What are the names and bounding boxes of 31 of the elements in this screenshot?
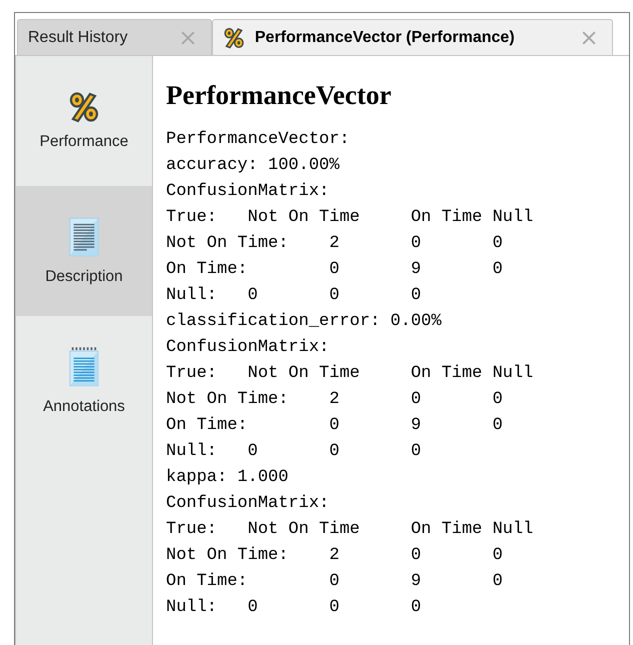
text-line: True: Not On Time On Time Null (166, 207, 534, 229)
text-line: Not On Time: 2 0 0 (166, 233, 503, 255)
text-line: Null: 0 0 0 (166, 285, 422, 307)
percent-icon (222, 26, 245, 48)
text-line: On Time: 0 9 0 (166, 259, 503, 281)
sidebar-item[interactable]: Annotations (16, 316, 152, 446)
document-icon (69, 216, 99, 258)
close-icon[interactable] (180, 30, 195, 44)
sidebar-item[interactable]: Performance (16, 56, 152, 186)
text-line: On Time: 0 9 0 (166, 415, 503, 437)
text-line: Null: 0 0 0 (166, 441, 422, 463)
tab[interactable]: PerformanceVector (Performance) (212, 19, 613, 55)
notepad-icon (69, 346, 99, 388)
percent-icon (68, 91, 100, 123)
close-icon[interactable] (582, 30, 596, 44)
text-line: classification_error: 0.00% (166, 311, 442, 333)
text-line: ConfusionMatrix: (166, 337, 330, 359)
text-line: ConfusionMatrix: (166, 181, 330, 203)
tab[interactable]: Result History (17, 19, 212, 55)
text-line: ConfusionMatrix: (166, 493, 330, 515)
text-line: accuracy: 100.00% (166, 155, 340, 177)
text-line: Null: 0 0 0 (166, 597, 422, 619)
text-line: PerformanceVector: (166, 129, 350, 151)
text-line: True: Not On Time On Time Null (166, 519, 534, 541)
text-line: True: Not On Time On Time Null (166, 363, 534, 385)
text-line: kappa: 1.000 (166, 467, 288, 489)
text-line: On Time: 0 9 0 (166, 571, 503, 593)
text-line: Not On Time: 2 0 0 (166, 545, 503, 567)
sidebar-item[interactable]: Description (16, 186, 152, 316)
text-line: Not On Time: 2 0 0 (166, 389, 503, 411)
heading: PerformanceVector (166, 80, 392, 111)
